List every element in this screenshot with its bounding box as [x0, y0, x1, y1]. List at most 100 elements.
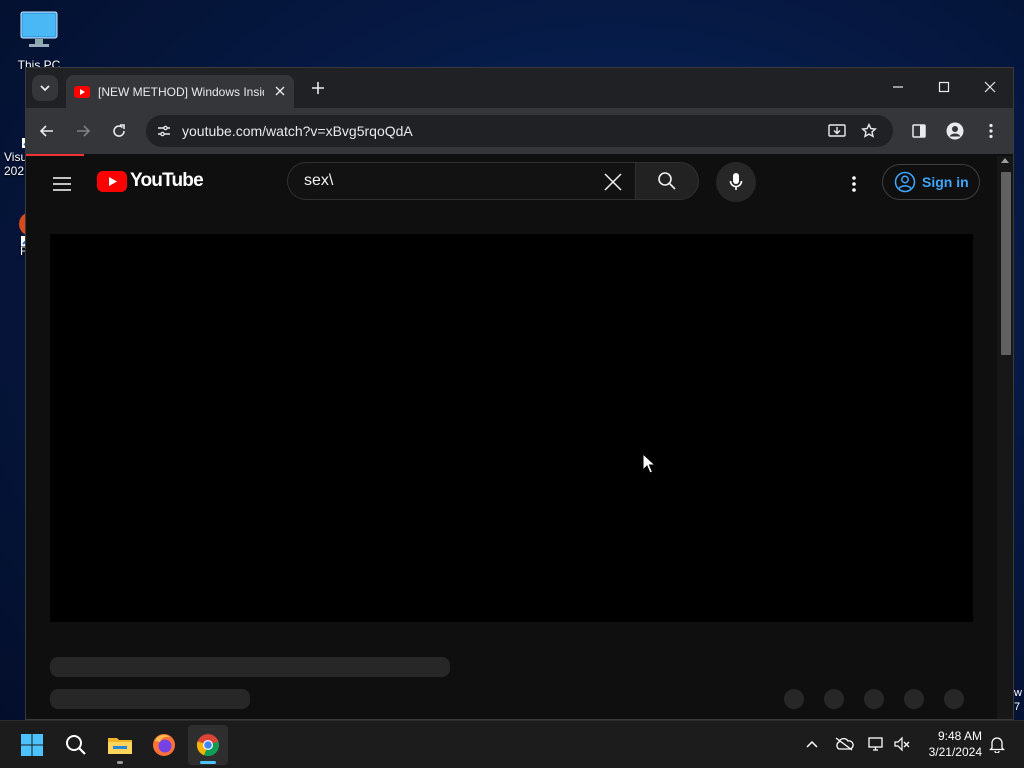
onedrive-offline-icon: [835, 737, 854, 751]
reload-button[interactable]: [106, 118, 132, 144]
hamburger-menu-icon: [53, 177, 71, 191]
volume-tray-button[interactable]: [890, 731, 914, 757]
chevron-down-icon: [40, 85, 50, 92]
plus-icon: [312, 82, 324, 94]
chevron-up-icon: [806, 740, 818, 748]
youtube-logo[interactable]: YouTube: [97, 170, 204, 192]
search-icon: [66, 735, 86, 755]
close-window-button[interactable]: [967, 68, 1013, 106]
side-panel-button[interactable]: [906, 118, 932, 144]
side-panel-icon: [912, 124, 926, 138]
taskbar: 9:48 AM 3/21/2024: [0, 720, 1024, 768]
desktop-icon-label: Visu 202: [4, 150, 26, 178]
profile-button[interactable]: [942, 118, 968, 144]
clear-search-button[interactable]: [602, 171, 624, 193]
more-vertical-icon: [852, 176, 856, 192]
mouse-cursor-icon: [642, 453, 656, 474]
forward-button[interactable]: [70, 118, 96, 144]
video-player[interactable]: [50, 234, 973, 622]
close-icon: [275, 86, 285, 96]
clock-date: 3/21/2024: [928, 745, 982, 759]
taskbar-clock[interactable]: 9:48 AM 3/21/2024: [918, 728, 982, 760]
windows-start-icon: [21, 734, 43, 756]
tab-close-button[interactable]: [272, 83, 288, 99]
close-icon: [984, 81, 996, 93]
browser-toolbar: youtube.com/watch?v=xBvg5rqoQdA: [26, 108, 1013, 154]
file-explorer-icon: [108, 738, 132, 754]
start-button[interactable]: [12, 725, 52, 765]
onedrive-tray-button[interactable]: [832, 731, 856, 757]
reload-icon: [113, 124, 125, 137]
sign-in-button[interactable]: Sign in: [882, 164, 980, 200]
firefox-icon: [153, 734, 175, 756]
site-info-icon[interactable]: [154, 121, 174, 141]
monitor-icon: [18, 10, 60, 47]
tab-strip: [NEW METHOD] Windows Insid: [26, 68, 1013, 108]
search-query-text[interactable]: sex\: [304, 172, 333, 190]
maximize-icon: [938, 81, 950, 93]
title-placeholder: [50, 657, 450, 677]
visual-studio-icon: [10, 112, 26, 152]
desktop-partial-label: w7: [1014, 687, 1022, 713]
chrome-window: [NEW METHOD] Windows Insid youtube.com/w…: [25, 67, 1014, 720]
action-placeholder: [864, 689, 884, 709]
channel-placeholder: [50, 689, 250, 709]
youtube-play-icon: [97, 170, 127, 192]
guide-menu-button[interactable]: [50, 172, 74, 196]
bookmark-button[interactable]: [858, 121, 880, 141]
notifications-button[interactable]: [985, 731, 1009, 757]
scrollbar-thumb[interactable]: [1001, 172, 1011, 355]
profile-icon: [946, 122, 964, 140]
action-placeholder: [904, 689, 924, 709]
account-circle-icon: [894, 171, 916, 193]
search-button[interactable]: [635, 162, 699, 200]
minimize-icon: [893, 86, 903, 88]
active-indicator: [200, 761, 216, 764]
tab-youtube[interactable]: [NEW METHOD] Windows Insid: [66, 75, 294, 108]
app-shortcut-icon: [12, 208, 26, 248]
address-bar[interactable]: youtube.com/watch?v=xBvg5rqoQdA: [146, 115, 893, 147]
tab-search-button[interactable]: [32, 75, 58, 101]
network-icon: [868, 737, 883, 751]
close-icon: [604, 173, 622, 191]
minimize-button[interactable]: [875, 68, 921, 106]
microphone-icon: [729, 173, 743, 190]
search-input[interactable]: sex\: [287, 162, 636, 200]
running-indicator: [117, 761, 123, 764]
show-hidden-icons-button[interactable]: [800, 731, 824, 757]
chrome-icon: [196, 734, 219, 757]
back-button[interactable]: [34, 118, 60, 144]
taskbar-file-explorer[interactable]: [100, 725, 140, 765]
action-placeholder: [944, 689, 964, 709]
youtube-page: YouTube sex\ Sign in: [26, 156, 997, 719]
arrow-right-icon: [77, 125, 91, 137]
more-vertical-icon: [989, 123, 993, 139]
chrome-menu-button[interactable]: [978, 118, 1004, 144]
scroll-up-arrow-icon[interactable]: [1001, 158, 1009, 163]
taskbar-firefox[interactable]: [144, 725, 184, 765]
network-tray-button[interactable]: [864, 731, 888, 757]
youtube-logo-text: YouTube: [130, 170, 204, 191]
search-icon: [658, 172, 676, 190]
taskbar-search-button[interactable]: [56, 725, 96, 765]
sign-in-label: Sign in: [922, 174, 969, 190]
tab-title: [NEW METHOD] Windows Insid: [98, 84, 264, 99]
url-text[interactable]: youtube.com/watch?v=xBvg5rqoQdA: [182, 123, 413, 139]
volume-muted-icon: [894, 736, 910, 752]
star-icon: [861, 123, 877, 138]
taskbar-chrome[interactable]: [188, 725, 228, 765]
voice-search-button[interactable]: [716, 162, 756, 202]
desktop-icon-visual-studio[interactable]: Visu 202: [0, 112, 26, 178]
install-app-button[interactable]: [826, 121, 848, 141]
maximize-button[interactable]: [921, 68, 967, 106]
action-placeholder: [784, 689, 804, 709]
desktop-icon-this-pc[interactable]: This PC: [14, 10, 64, 72]
page-scrollbar[interactable]: [997, 156, 1013, 719]
desktop-icon-app[interactable]: F: [0, 208, 26, 258]
action-placeholder: [824, 689, 844, 709]
arrow-left-icon: [39, 125, 53, 137]
settings-menu-button[interactable]: [842, 172, 866, 196]
youtube-favicon-icon: [74, 85, 90, 98]
install-app-icon: [828, 124, 846, 137]
new-tab-button[interactable]: [307, 77, 329, 99]
